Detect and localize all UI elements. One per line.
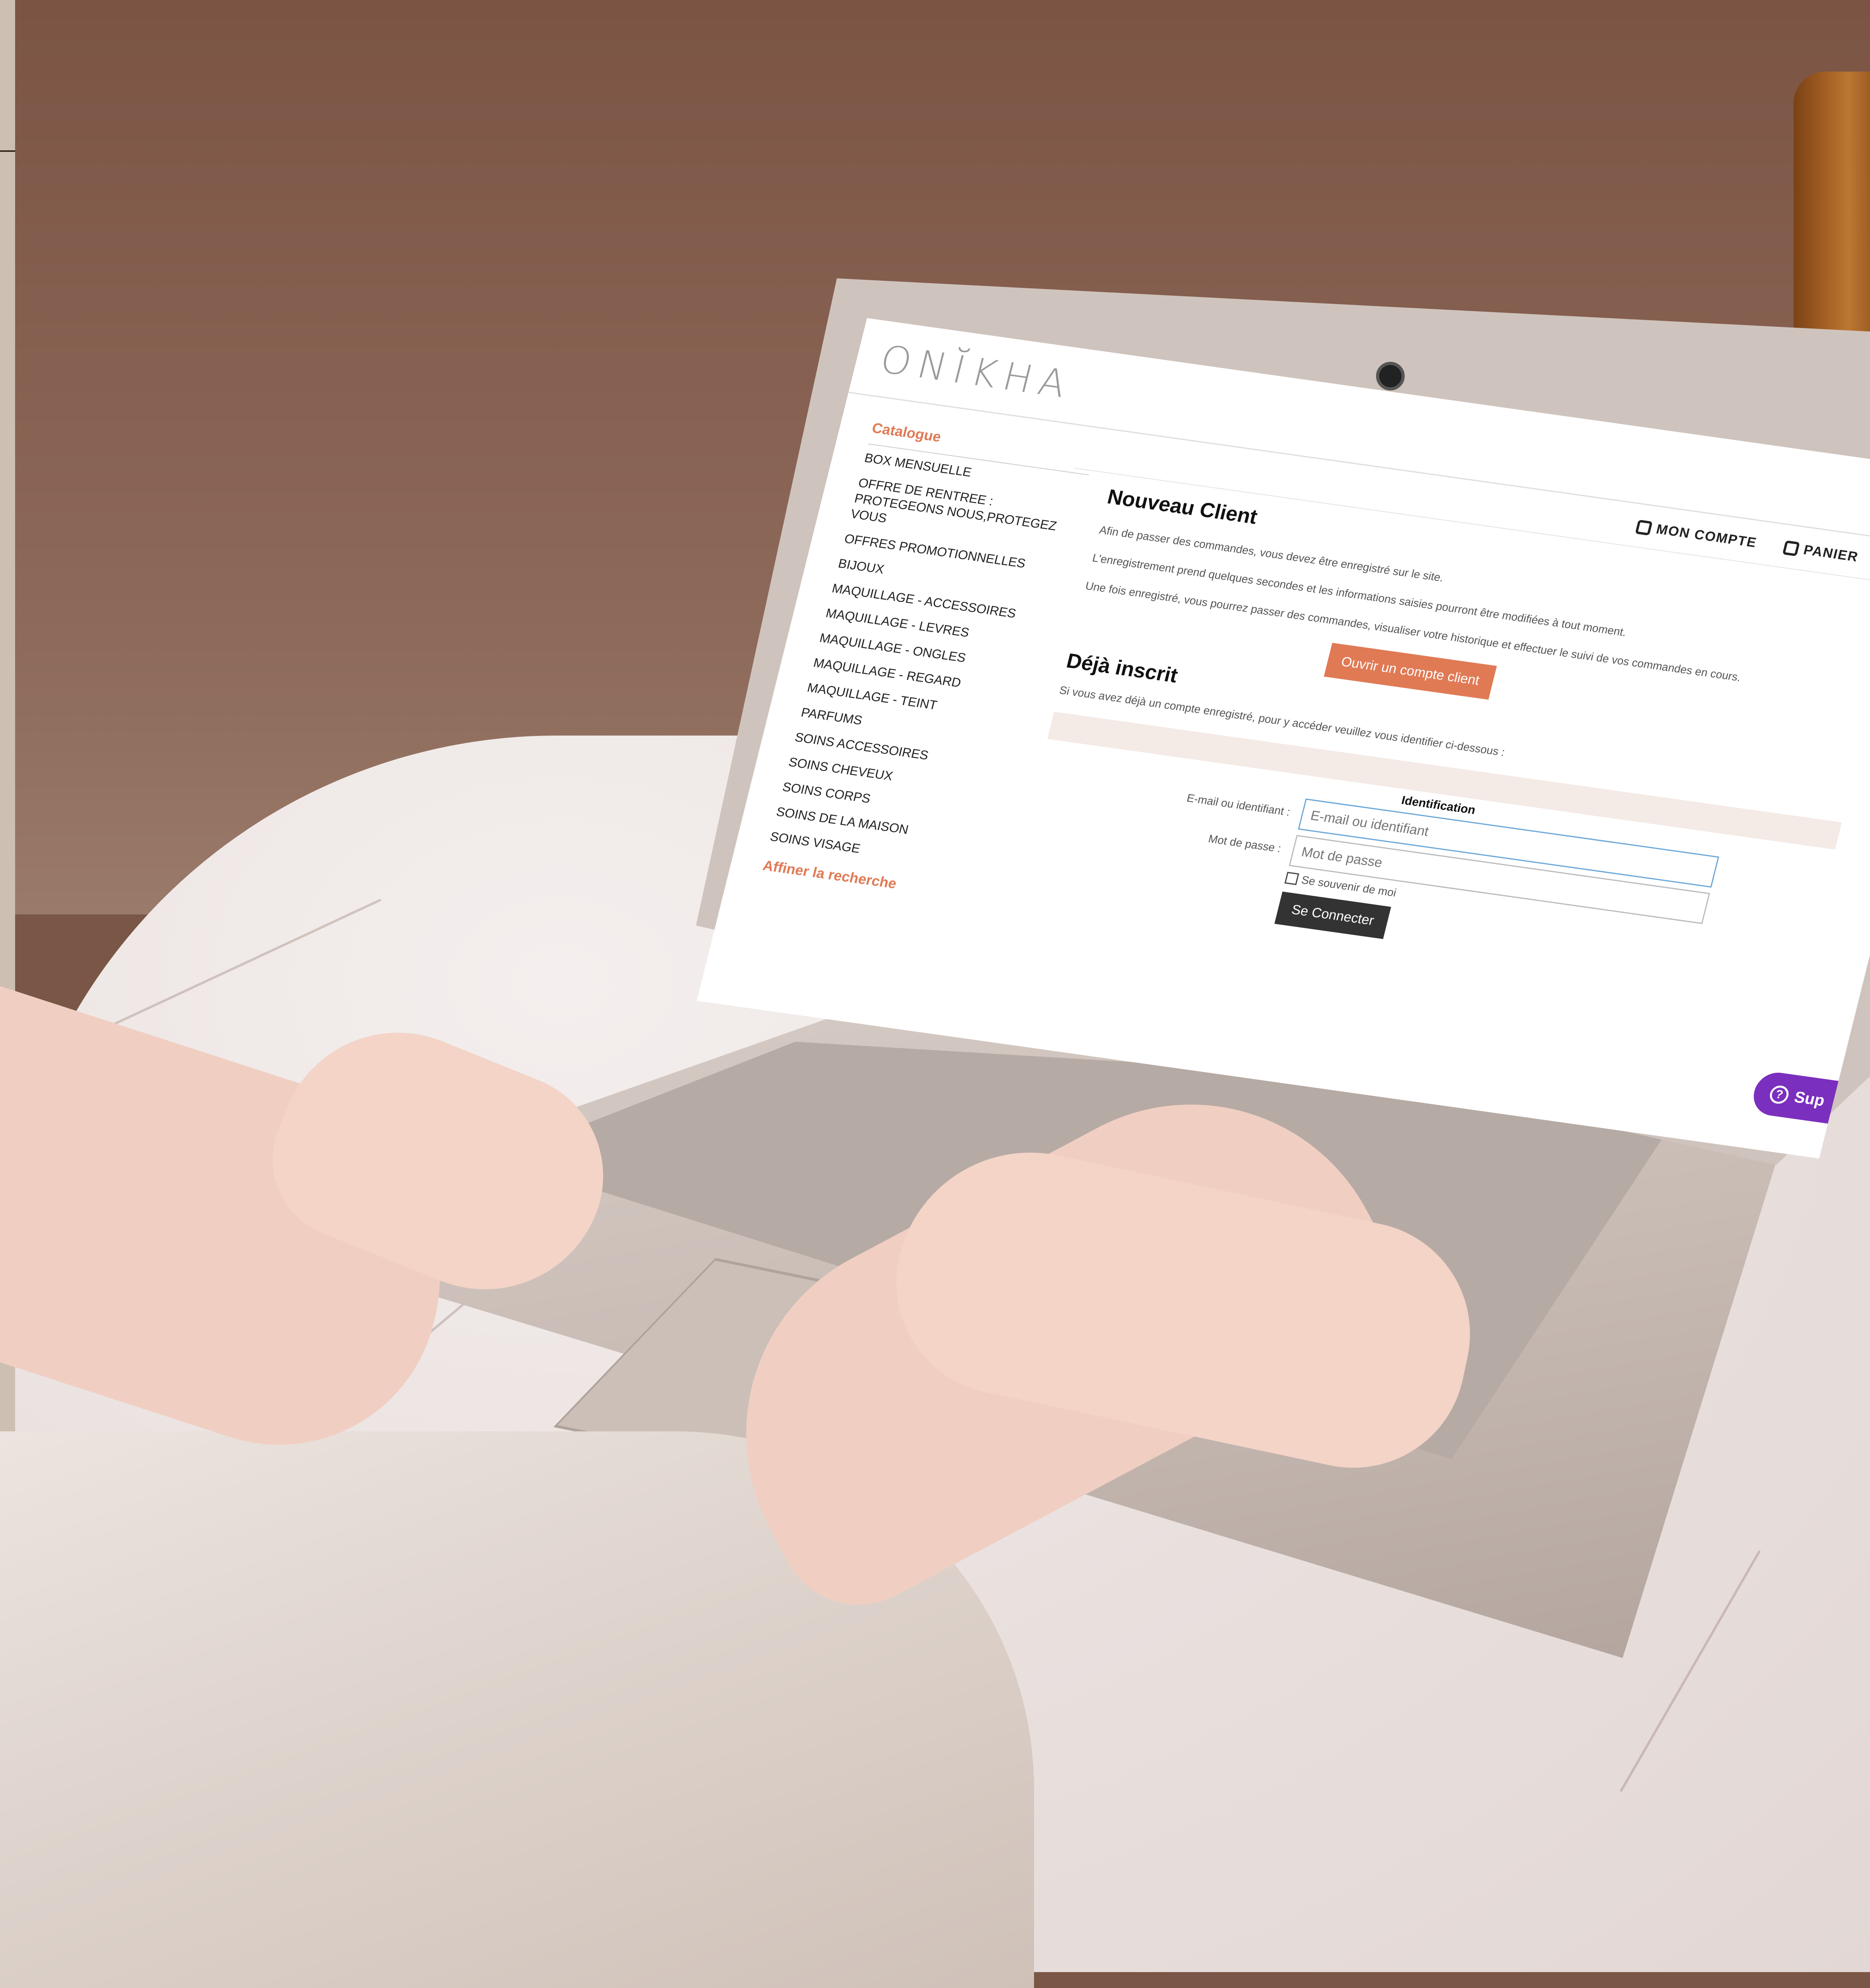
- remember-checkbox[interactable]: [1284, 872, 1299, 885]
- webcam: [1376, 362, 1405, 390]
- frame-line: [0, 150, 15, 152]
- cart-label: PANIER: [1802, 542, 1860, 565]
- account-link[interactable]: MON COMPTE: [1635, 519, 1759, 551]
- user-icon: [1635, 519, 1653, 536]
- shopping-bag-icon: [1782, 540, 1800, 556]
- site-logo[interactable]: ONĬKHA: [876, 337, 1077, 407]
- login-button[interactable]: Se Connecter: [1274, 891, 1391, 939]
- cart-link[interactable]: PANIER: [1782, 540, 1860, 565]
- support-label: Sup: [1792, 1088, 1827, 1110]
- account-label: MON COMPTE: [1654, 521, 1759, 551]
- help-circle-icon: ?: [1768, 1084, 1791, 1105]
- new-client-text-2: L'enregistrement prend quelques secondes…: [1091, 551, 1628, 639]
